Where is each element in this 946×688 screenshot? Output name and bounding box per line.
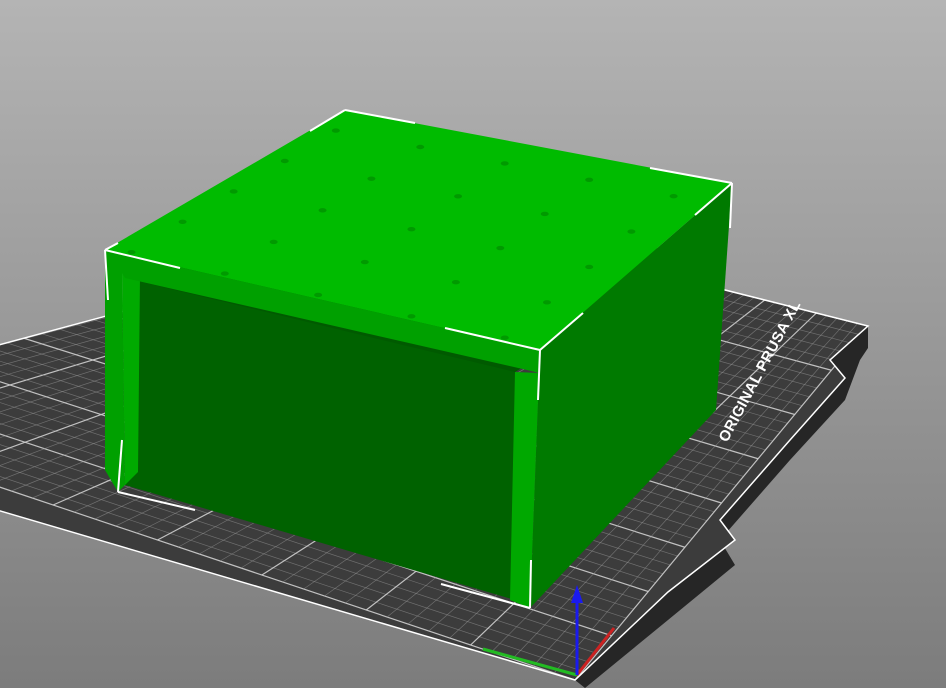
- scene-canvas[interactable]: ORIGINAL PRUSA XL: [0, 0, 946, 688]
- top-hole: [451, 279, 460, 285]
- top-hole: [500, 161, 509, 166]
- top-hole: [360, 259, 369, 265]
- model-left-leg-inner: [122, 270, 140, 485]
- top-hole: [178, 219, 187, 224]
- top-hole: [627, 229, 636, 234]
- top-hole: [585, 177, 594, 182]
- top-hole: [669, 193, 678, 199]
- top-hole: [540, 211, 549, 217]
- top-hole: [127, 249, 136, 255]
- top-hole: [269, 239, 278, 245]
- top-hole: [542, 300, 551, 305]
- top-hole: [454, 194, 463, 199]
- top-hole: [416, 144, 425, 150]
- 3d-viewport[interactable]: ORIGINAL PRUSA XL: [0, 0, 946, 688]
- top-hole: [500, 335, 509, 340]
- top-hole: [280, 158, 289, 164]
- top-hole: [229, 189, 238, 194]
- top-hole: [314, 292, 323, 298]
- top-hole: [318, 208, 327, 213]
- top-hole: [407, 226, 416, 232]
- selection-bracket: [529, 559, 532, 609]
- top-hole: [585, 264, 594, 270]
- top-hole: [407, 314, 416, 319]
- top-hole: [331, 128, 340, 133]
- top-hole: [220, 271, 229, 276]
- top-hole: [367, 176, 376, 181]
- top-hole: [496, 245, 505, 251]
